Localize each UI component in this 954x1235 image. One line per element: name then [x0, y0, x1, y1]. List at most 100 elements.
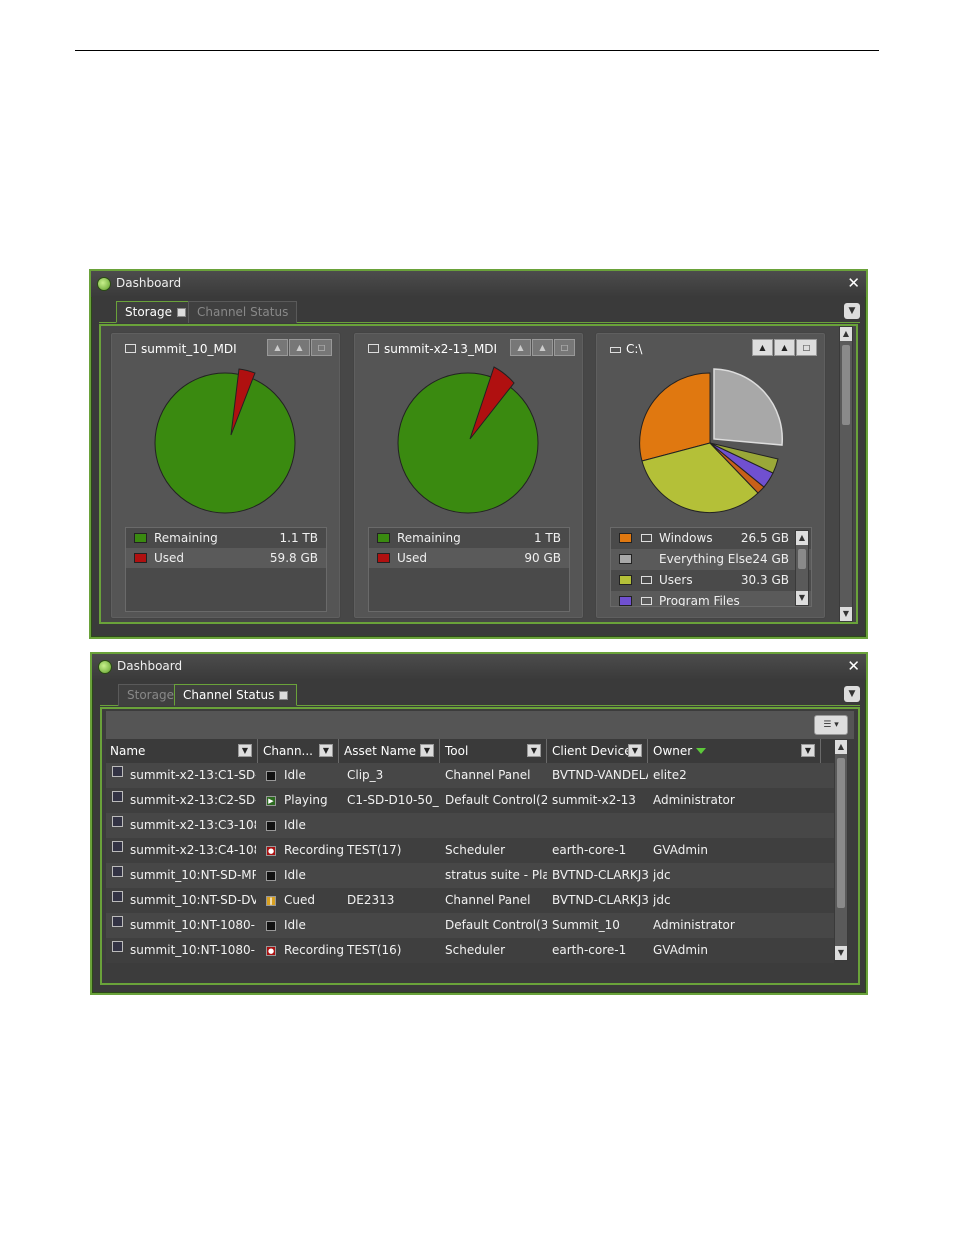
maximize-button[interactable]: □: [796, 339, 817, 356]
table-row[interactable]: summit-x2-13:C1-SD-D Idle Clip_3 Channel Pa…: [106, 763, 834, 788]
scroll-up-arrow-icon[interactable]: ▲: [835, 740, 847, 754]
legend-row: Used 59.8 GB: [126, 548, 326, 568]
column-header-asset-name[interactable]: Asset Name ▼: [340, 739, 440, 763]
scroll-up-arrow-icon[interactable]: ▲: [840, 327, 852, 341]
scroll-thumb[interactable]: [798, 549, 806, 569]
legend-row: Remaining 1.1 TB: [126, 528, 326, 548]
legend-row: Used 90 GB: [369, 548, 569, 568]
filter-icon[interactable]: ▼: [319, 744, 333, 757]
legend-row[interactable]: Everything Else 24 GB: [611, 549, 811, 570]
channel-status-panel: ☰ ▾ Name ▼ Chann... ▼ Asset Name ▼ Tool ▼ Cl…: [100, 707, 860, 985]
column-label: Owner: [653, 744, 693, 758]
table-row[interactable]: ‖ summit_10:NT-SD-DV_ Cued DE2313 Channel Pa…: [106, 888, 834, 913]
legend-label: Everything Else: [659, 552, 753, 566]
column-header-channel[interactable]: Chann... ▼: [259, 739, 339, 763]
move-up-button[interactable]: ▲: [532, 339, 553, 356]
channel-type-icon: [112, 766, 123, 777]
move-top-button[interactable]: ▲: [510, 339, 531, 356]
table-scrollbar[interactable]: ▲ ▼: [834, 739, 848, 961]
filter-icon[interactable]: ▼: [801, 744, 815, 757]
tab-bar: Storage Channel Status ▼: [100, 682, 860, 706]
move-top-button[interactable]: ▲: [267, 339, 288, 356]
folder-icon: [641, 597, 652, 605]
filter-icon[interactable]: ▼: [527, 744, 541, 757]
column-chooser-button[interactable]: ☰ ▾: [814, 715, 848, 735]
tab-storage[interactable]: Storage: [116, 301, 195, 323]
cell-name: summit_10:NT-1080-D: [130, 918, 256, 932]
table-row[interactable]: summit_10:NT-1080-D Idle Default Control(3…: [106, 913, 834, 938]
folder-icon: [641, 534, 652, 542]
legend-swatch: [619, 575, 632, 585]
close-icon[interactable]: ✕: [847, 274, 860, 292]
tab-menu-dropdown[interactable]: ▼: [844, 303, 860, 319]
cell-tool: Scheduler: [445, 943, 506, 957]
cell-status: Cued: [284, 893, 315, 907]
cell-device: BVTND-CLARKJ3: [552, 868, 648, 882]
column-label: Client Device: [552, 744, 632, 758]
cell-asset: [347, 813, 439, 838]
table-row[interactable]: summit_10:NT-SD-MP- Idle stratus suite - P…: [106, 863, 834, 888]
pie-slice-everything-else: [713, 368, 784, 446]
move-up-button[interactable]: ▲: [289, 339, 310, 356]
cell-name: summit-x2-13:C3-1080: [130, 818, 256, 832]
window-title: Dashboard: [116, 276, 182, 290]
storage-panel: summit_10_MDI ▲ ▲ □ Remaining 1.1 TB Used 59…: [99, 324, 858, 624]
cell-name: summit-x2-13:C1-SD-D: [130, 768, 256, 782]
column-label: Name: [110, 744, 146, 758]
storage-legend: Remaining 1.1 TB Used 59.8 GB: [125, 527, 327, 612]
storage-pie-chart: [397, 366, 539, 514]
maximize-button[interactable]: □: [311, 339, 332, 356]
table-row[interactable]: ● summit_10:NT-1080-D Recording TEST(16) Sch…: [106, 938, 834, 963]
cell-asset: TEST(16): [347, 943, 402, 957]
scroll-thumb[interactable]: [842, 345, 850, 425]
column-header-client-device[interactable]: Client Device ▼: [548, 739, 648, 763]
table-row[interactable]: summit-x2-13:C3-1080 Idle: [106, 813, 834, 838]
pin-icon[interactable]: [176, 308, 186, 317]
move-up-button[interactable]: ▲: [774, 339, 795, 356]
scroll-down-arrow-icon[interactable]: ▼: [796, 591, 808, 605]
filter-icon[interactable]: ▼: [420, 744, 434, 757]
cell-name: summit-x2-13:C4-1080: [130, 843, 256, 857]
channel-type-icon: [112, 891, 123, 902]
cell-asset: [347, 913, 439, 938]
filter-icon[interactable]: ▼: [238, 744, 252, 757]
cell-owner: [653, 813, 773, 838]
cell-name: summit_10:NT-SD-MP-: [130, 868, 256, 882]
scroll-down-arrow-icon[interactable]: ▼: [840, 607, 852, 621]
maximize-button[interactable]: □: [554, 339, 575, 356]
legend-swatch: [134, 553, 147, 563]
tab-menu-dropdown[interactable]: ▼: [844, 686, 860, 702]
storage-panel-scrollbar[interactable]: ▲ ▼: [839, 326, 853, 622]
cell-device: earth-core-1: [552, 843, 627, 857]
tab-bar: Storage Channel Status ▼: [99, 299, 860, 323]
tab-channel-status[interactable]: Channel Status: [174, 684, 298, 706]
move-top-button[interactable]: ▲: [752, 339, 773, 356]
scroll-up-arrow-icon[interactable]: ▲: [796, 531, 808, 545]
storage-card: summit-x2-13_MDI ▲ ▲ □ Remaining 1 TB Used 9…: [353, 332, 584, 619]
cell-name: summit_10:NT-1080-D: [130, 943, 256, 957]
table-row[interactable]: ▶ summit-x2-13:C2-SD-M Playing C1-SD-D10-50…: [106, 788, 834, 813]
legend-swatch: [619, 554, 632, 564]
card-title: summit_10_MDI: [125, 342, 237, 356]
tab-channel-status[interactable]: Channel Status: [188, 301, 298, 323]
legend-row: Windows 26.5 GB: [611, 528, 811, 549]
cell-tool: [445, 813, 547, 838]
legend-row: Remaining 1 TB: [369, 528, 569, 548]
close-icon[interactable]: ✕: [847, 657, 860, 675]
channel-type-icon: [112, 941, 123, 952]
legend-label: Remaining: [397, 531, 461, 545]
scroll-down-arrow-icon[interactable]: ▼: [835, 946, 847, 960]
cell-asset: DE2313: [347, 893, 395, 907]
table-row[interactable]: ● summit-x2-13:C4-1080 Recording TEST(17) Sc…: [106, 838, 834, 863]
pin-icon[interactable]: [279, 691, 289, 700]
storage-pie-chart: [154, 368, 296, 514]
column-header-owner[interactable]: Owner ▼: [649, 739, 821, 763]
legend-value: 26.5 GB: [740, 531, 789, 545]
scroll-thumb[interactable]: [837, 758, 845, 908]
column-header-tool[interactable]: Tool ▼: [441, 739, 547, 763]
card-buttons: ▲ ▲ □: [266, 339, 332, 356]
cell-device: earth-core-1: [552, 943, 627, 957]
filter-icon[interactable]: ▼: [628, 744, 642, 757]
column-header-name[interactable]: Name ▼: [106, 739, 258, 763]
legend-scrollbar[interactable]: ▲ ▼: [795, 530, 809, 606]
